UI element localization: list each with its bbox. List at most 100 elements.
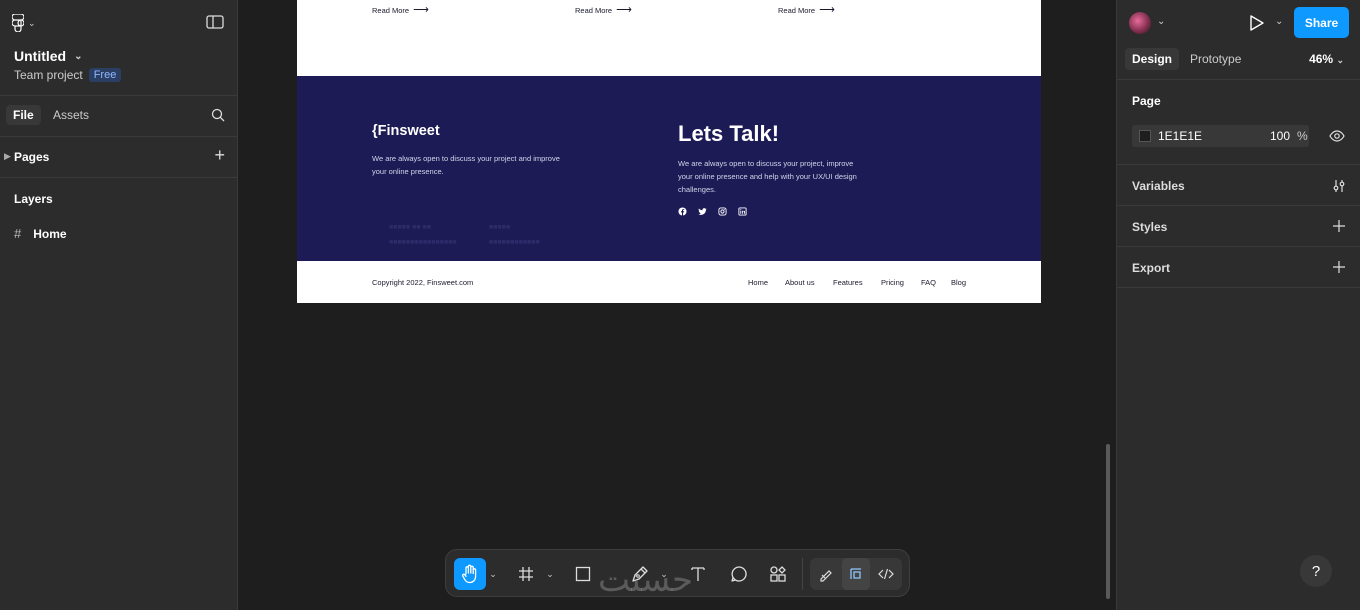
tab-assets[interactable]: Assets: [53, 108, 89, 122]
layer-item-home[interactable]: # Home: [14, 226, 67, 241]
divider: [1117, 287, 1360, 288]
actions-icon: [770, 566, 786, 582]
frame-tool-button[interactable]: [512, 558, 540, 590]
team-label: Team project: [14, 68, 83, 82]
watermark: حسنت: [598, 560, 695, 600]
read-more-label: Read More: [778, 6, 816, 15]
linkedin-icon[interactable]: [738, 207, 747, 216]
home-frame[interactable]: Read More ⟶ Read More ⟶ Read More ⟶ {Fin…: [297, 0, 1041, 303]
facebook-icon[interactable]: [678, 207, 687, 216]
comment-tool-button[interactable]: [725, 558, 753, 590]
plan-badge[interactable]: Free: [88, 68, 122, 82]
footer-nav-features[interactable]: Features: [833, 278, 863, 287]
hand-tool-button[interactable]: [454, 558, 486, 590]
left-panel-tabs: File Assets: [0, 96, 238, 136]
chevron-right-icon: ▶: [4, 151, 11, 161]
sidebar-toggle-icon[interactable]: [206, 14, 224, 30]
left-panel: ⌄ Untitled ⌄ Team project Free File Asse…: [0, 0, 238, 610]
file-title-label: Untitled: [14, 48, 67, 64]
read-more-link[interactable]: Read More ⟶: [778, 4, 835, 16]
footer-logo: {Finsweet: [372, 123, 440, 139]
read-more-link[interactable]: Read More ⟶: [575, 5, 632, 16]
lets-talk-heading: Lets Talk!: [678, 121, 780, 146]
mode-switcher: [810, 558, 902, 590]
social-links: [678, 207, 747, 216]
arrow-right-icon: ⟶: [413, 4, 429, 16]
share-button[interactable]: Share: [1294, 7, 1349, 38]
add-export-icon[interactable]: [1332, 260, 1346, 274]
frame-tool-menu[interactable]: ⌄: [545, 558, 555, 590]
design-mode-button[interactable]: [844, 558, 868, 590]
zoom-dropdown[interactable]: 46% ⌄: [1309, 52, 1344, 66]
chevron-down-icon: ⌄: [489, 568, 497, 579]
page-color-hex[interactable]: 1E1E1E: [1158, 129, 1202, 143]
export-section-title[interactable]: Export: [1132, 261, 1170, 275]
code-icon: [878, 568, 894, 580]
faded-text: ■■■■■■■■■■■■■■■■: [389, 239, 457, 246]
main-menu-button[interactable]: ⌄: [12, 12, 46, 34]
faded-text: ■■■■■ ■■ ■■: [389, 224, 431, 231]
styles-section-title[interactable]: Styles: [1132, 220, 1167, 234]
page-opacity-value[interactable]: 100: [1270, 129, 1290, 143]
right-panel: ⌄ ⌄ Share Design Prototype 46% ⌄ Page 1E…: [1116, 0, 1360, 610]
file-title[interactable]: Untitled ⌄: [14, 48, 83, 64]
faded-text: ■■■■■■■■■■■■: [489, 239, 540, 246]
canvas-scrollbar[interactable]: [1106, 444, 1110, 599]
eye-icon[interactable]: [1329, 129, 1345, 143]
divider: [1117, 246, 1360, 247]
chevron-down-icon: ⌄: [546, 568, 554, 579]
help-button[interactable]: ?: [1300, 555, 1332, 587]
twitter-icon[interactable]: [698, 207, 707, 216]
color-swatch[interactable]: [1139, 130, 1151, 142]
tab-prototype[interactable]: Prototype: [1190, 52, 1241, 66]
hand-icon: [462, 564, 477, 584]
figma-logo-icon: [12, 14, 24, 32]
actions-button[interactable]: [764, 558, 792, 590]
tab-design[interactable]: Design: [1125, 48, 1180, 70]
chevron-down-icon[interactable]: ⌄: [1157, 16, 1165, 27]
present-play-icon[interactable]: [1247, 14, 1265, 32]
chevron-down-icon: ⌄: [1336, 55, 1344, 65]
draw-mode-button[interactable]: [814, 558, 838, 590]
page-section-title: Page: [1132, 94, 1161, 108]
footer-nav-blog[interactable]: Blog: [951, 278, 966, 287]
rectangle-icon: [575, 566, 591, 582]
footer-nav-faq[interactable]: FAQ: [921, 278, 936, 287]
divider: [1117, 164, 1360, 165]
copyright-text: Copyright 2022, Finsweet.com: [372, 278, 474, 287]
layer-name: Home: [33, 226, 67, 241]
search-icon[interactable]: [211, 108, 225, 122]
instagram-icon[interactable]: [718, 207, 727, 216]
draw-icon: [820, 570, 832, 582]
pages-section[interactable]: ▶ Pages +: [0, 137, 238, 177]
frame-icon: #: [14, 226, 22, 241]
read-more-link[interactable]: Read More ⟶: [372, 4, 429, 16]
zoom-value: 46%: [1309, 52, 1334, 66]
layers-label: Layers: [14, 192, 53, 206]
copyright-bar: Copyright 2022, Finsweet.com Home About …: [297, 261, 1041, 303]
chevron-down-icon: ⌄: [28, 17, 36, 28]
footer-section: {Finsweet We are always open to discuss …: [297, 76, 1041, 261]
footer-description: We are always open to discuss your proje…: [372, 154, 560, 176]
variables-section-title[interactable]: Variables: [1132, 179, 1185, 193]
page-color-field[interactable]: 1E1E1E 100 %: [1132, 125, 1309, 147]
chevron-down-icon[interactable]: ⌄: [1275, 16, 1283, 27]
avatar[interactable]: [1129, 12, 1151, 34]
read-more-label: Read More: [372, 6, 410, 15]
hand-tool-menu[interactable]: ⌄: [488, 558, 498, 590]
dev-mode-button[interactable]: [874, 558, 898, 590]
percent-sign: %: [1297, 129, 1308, 143]
divider: [1117, 79, 1360, 80]
frame-icon: [519, 567, 533, 581]
shape-tool-button[interactable]: [569, 558, 597, 590]
variables-adjust-icon[interactable]: [1332, 179, 1346, 193]
arrow-right-icon: ⟶: [819, 4, 835, 16]
footer-nav-home[interactable]: Home: [748, 278, 768, 287]
add-page-icon[interactable]: +: [214, 146, 225, 164]
toolbar-divider: [802, 558, 803, 590]
footer-nav-pricing[interactable]: Pricing: [881, 278, 904, 287]
footer-nav-about[interactable]: About us: [785, 278, 815, 287]
tab-file[interactable]: File: [6, 105, 41, 125]
pages-label: Pages: [14, 150, 50, 164]
add-style-icon[interactable]: [1332, 219, 1346, 233]
